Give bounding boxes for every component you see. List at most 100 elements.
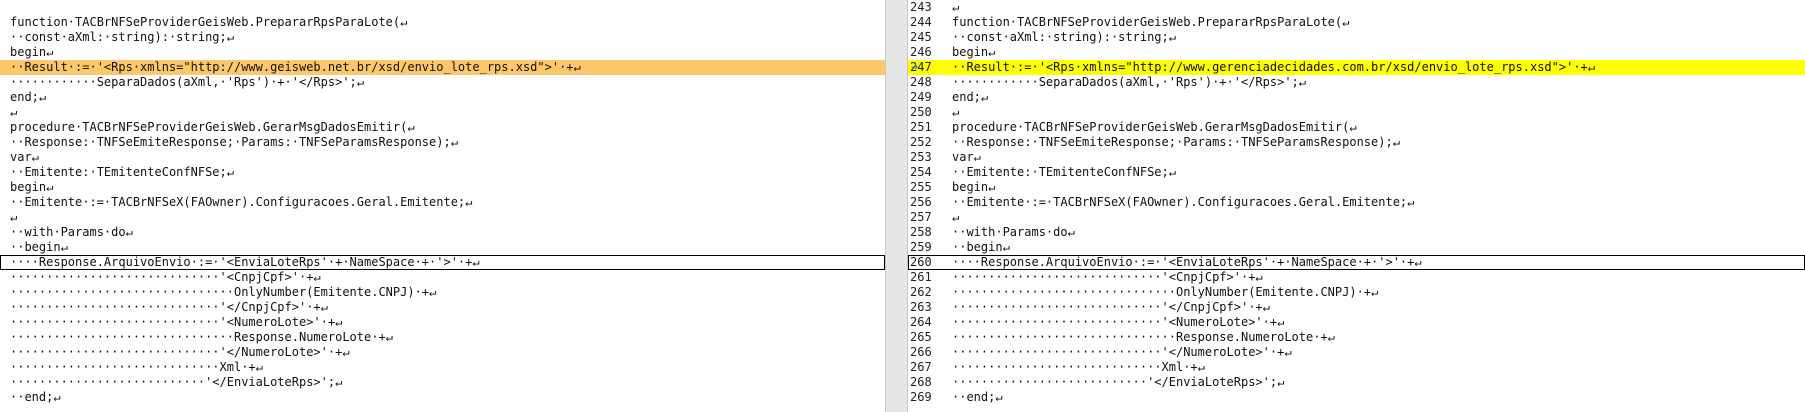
right-code-line[interactable]: 247 ➜ ··Result·:=·'<Rps·xmlns="http://www.… [908,60,1805,75]
line-number: 268 [910,375,932,389]
left-code-pane[interactable]: 34function·TACBrNFSeProviderGeisWeb.Prep… [0,0,885,412]
left-code-line[interactable]: 1procedure·TACBrNFSeProviderGeisWeb.Gera… [0,120,885,135]
line-number: 251 [910,120,932,134]
line-number: 0 [0,255,10,270]
right-code-line[interactable]: 257 ↵ [908,210,1805,225]
left-code-line[interactable]: 6··Emitente·:=·TACBrNFSeX(FAOwner).Confi… [0,195,885,210]
code-text: ·····························'<CnpjCpf>'… [10,270,321,284]
left-code-line[interactable]: 2··Response:·TNFSeEmiteResponse;·Params:… [0,135,885,150]
line-number: 5 [0,330,10,345]
right-code-line[interactable]: 268 ···························'</EnviaLo… [908,375,1805,390]
left-code-line[interactable]: 0↵ [0,105,885,120]
right-code-line[interactable]: 266 ·····························'</Numer… [908,345,1805,360]
left-code-line[interactable]: 6begin↵ [0,45,885,60]
pane-splitter[interactable] [885,0,908,412]
right-code-line[interactable]: 256 ··Emitente·:=·TACBrNFSeX(FAOwner).Con… [908,195,1805,210]
line-number: 5 [0,180,10,195]
line-number: 9 [0,90,10,105]
left-code-line[interactable]: 9end;↵ [0,90,885,105]
line-number: 0 [0,105,10,120]
right-code-line[interactable]: 262 ·······························OnlyNu… [908,285,1805,300]
line-number: 9 [0,390,10,405]
left-code-line[interactable]: 5··const·aXml:·string):·string;↵ [0,30,885,45]
left-code-line[interactable]: 2·······························OnlyNumb… [0,285,885,300]
line-number: 261 [910,270,932,284]
line-number: 2 [0,285,10,300]
code-text: function·TACBrNFSeProviderGeisWeb.Prepar… [952,15,1350,29]
code-text: ····Response.ArquivoEnvio·:=·'<EnviaLote… [10,255,480,269]
left-code-line[interactable]: 3·····························'</CnpjCpf… [0,300,885,315]
left-code-line[interactable]: 9··begin↵ [0,240,885,255]
right-code-line[interactable]: 252 ··Response:·TNFSeEmiteResponse;·Param… [908,135,1805,150]
line-number: 260 [910,255,932,269]
left-code-line[interactable]: 4function·TACBrNFSeProviderGeisWeb.Prepa… [0,15,885,30]
line-number: 243 [910,0,932,14]
right-code-line[interactable]: 264 ·····························'<Numero… [908,315,1805,330]
code-text: ··const·aXml:·string):·string;↵ [10,30,234,44]
line-number: 256 [910,195,932,209]
right-code-line[interactable]: 246 begin↵ [908,45,1805,60]
code-text: end;↵ [952,90,989,104]
left-code-line[interactable]: 5·······························Response… [0,330,885,345]
code-text: begin↵ [952,45,996,59]
right-code-line[interactable]: 263 ·····························'</CnpjC… [908,300,1805,315]
code-text: ·····························'</NumeroLo… [952,345,1292,359]
left-code-line[interactable]: 8············SeparaDados(aXml,·'Rps')·+·… [0,75,885,90]
right-code-line[interactable]: 269 ··end;↵ [908,390,1805,405]
left-code-line[interactable]: 3var↵ [0,150,885,165]
right-code-line[interactable]: 244 function·TACBrNFSeProviderGeisWeb.Pre… [908,15,1805,30]
code-text: ··const·aXml:·string):·string;↵ [952,30,1176,44]
code-text: ··with·Params·do↵ [952,225,1075,239]
right-code-line[interactable]: 254 ··Emitente:·TEmitenteConfNFSe;↵ [908,165,1805,180]
code-text: ············SeparaDados(aXml,·'Rps')·+·'… [952,75,1307,89]
code-text: ···························'</EnviaLoteR… [952,375,1285,389]
line-number: 262 [910,285,932,299]
right-code-line[interactable]: 260 ····Response.ArquivoEnvio·:=·'<EnviaL… [908,255,1805,270]
right-code-line[interactable]: 259 ··begin↵ [908,240,1805,255]
left-code-line[interactable]: 0····Response.ArquivoEnvio·:=·'<EnviaLot… [0,255,885,270]
right-code-line[interactable]: 251 procedure·TACBrNFSeProviderGeisWeb.Ge… [908,120,1805,135]
line-number: 244 [910,15,932,29]
line-number: 267 [910,360,932,374]
code-text: ··with·Params·do↵ [10,225,133,239]
left-code-line[interactable]: 7··Result·:=·'<Rps·xmlns="http://www.gei… [0,60,885,75]
right-code-line[interactable]: 265 ·······························Respon… [908,330,1805,345]
left-code-line[interactable]: 7·····························Xml·+↵ [0,360,885,375]
line-number: 6 [0,195,10,210]
right-code-line[interactable]: 249 end;↵ [908,90,1805,105]
right-code-line[interactable]: 253 var↵ [908,150,1805,165]
right-code-line[interactable]: 267 ·····························Xml·+↵ [908,360,1805,375]
right-code-line[interactable]: 248 ············SeparaDados(aXml,·'Rps')·… [908,75,1805,90]
code-text: ↵ [10,105,18,119]
line-number: 3 [0,300,10,315]
left-code-line[interactable]: 9··end;↵ [0,390,885,405]
left-code-line[interactable]: 6·····························'</NumeroL… [0,345,885,360]
line-number: 245 [910,30,932,44]
line-number: 7 [0,360,10,375]
right-code-line[interactable]: 255 begin↵ [908,180,1805,195]
left-code-line[interactable]: 1·····························'<CnpjCpf>… [0,270,885,285]
code-text: var↵ [10,150,39,164]
left-code-line[interactable]: 3 [0,0,885,15]
left-code-line[interactable]: 4·····························'<NumeroLo… [0,315,885,330]
left-code-line[interactable]: 4··Emitente:·TEmitenteConfNFSe;↵ [0,165,885,180]
code-text: ·······························OnlyNumbe… [10,285,437,299]
right-code-line[interactable]: 245 ··const·aXml:·string):·string;↵ [908,30,1805,45]
right-code-line[interactable]: 261 ·····························'<CnpjCp… [908,270,1805,285]
line-number: 264 [910,315,932,329]
left-code-line[interactable]: 8···························'</EnviaLote… [0,375,885,390]
code-text: ↵ [10,210,18,224]
right-code-line[interactable]: 243 ↵ [908,0,1805,15]
line-number: 7 [0,60,10,75]
line-number: 265 [910,330,932,344]
code-text: ··Emitente:·TEmitenteConfNFSe;↵ [952,165,1176,179]
line-number: 5 [0,30,10,45]
left-code-line[interactable]: 7↵ [0,210,885,225]
right-code-line[interactable]: 258 ··with·Params·do↵ [908,225,1805,240]
right-code-pane[interactable]: 243 ↵ 244 function·TACBrNFSeProviderGeisWeb… [908,0,1805,412]
line-number: 6 [0,345,10,360]
left-code-line[interactable]: 5begin↵ [0,180,885,195]
code-text: procedure·TACBrNFSeProviderGeisWeb.Gerar… [10,120,415,134]
left-code-line[interactable]: 8··with·Params·do↵ [0,225,885,240]
right-code-line[interactable]: 250 ↵ [908,105,1805,120]
